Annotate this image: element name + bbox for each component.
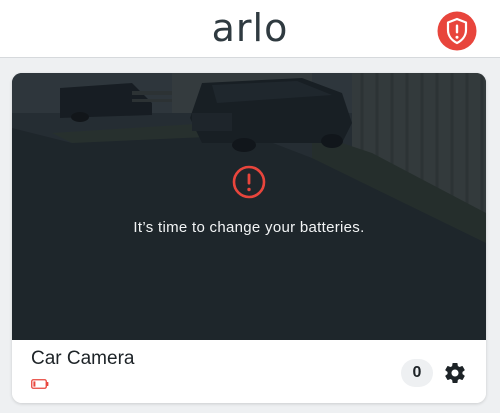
camera-info-bar: Car Camera 0 xyxy=(12,340,486,403)
low-battery-icon xyxy=(31,379,49,389)
top-header: arlo xyxy=(0,0,500,58)
event-count-badge[interactable]: 0 xyxy=(401,359,433,387)
camera-feed-thumbnail[interactable]: It’s time to change your batteries. xyxy=(12,73,486,340)
arlo-logo: arlo xyxy=(211,6,289,50)
battery-alert-message: It’s time to change your batteries. xyxy=(133,219,365,236)
feed-dim-overlay xyxy=(12,73,486,340)
app-root: arlo It’s time to change your batteries.… xyxy=(0,0,500,413)
exclamation-circle-icon xyxy=(232,165,266,199)
camera-card[interactable]: It’s time to change your batteries. Car … xyxy=(12,73,486,403)
camera-name: Car Camera xyxy=(31,348,135,369)
gear-icon[interactable] xyxy=(443,361,467,385)
shield-alert-icon[interactable] xyxy=(436,10,478,52)
